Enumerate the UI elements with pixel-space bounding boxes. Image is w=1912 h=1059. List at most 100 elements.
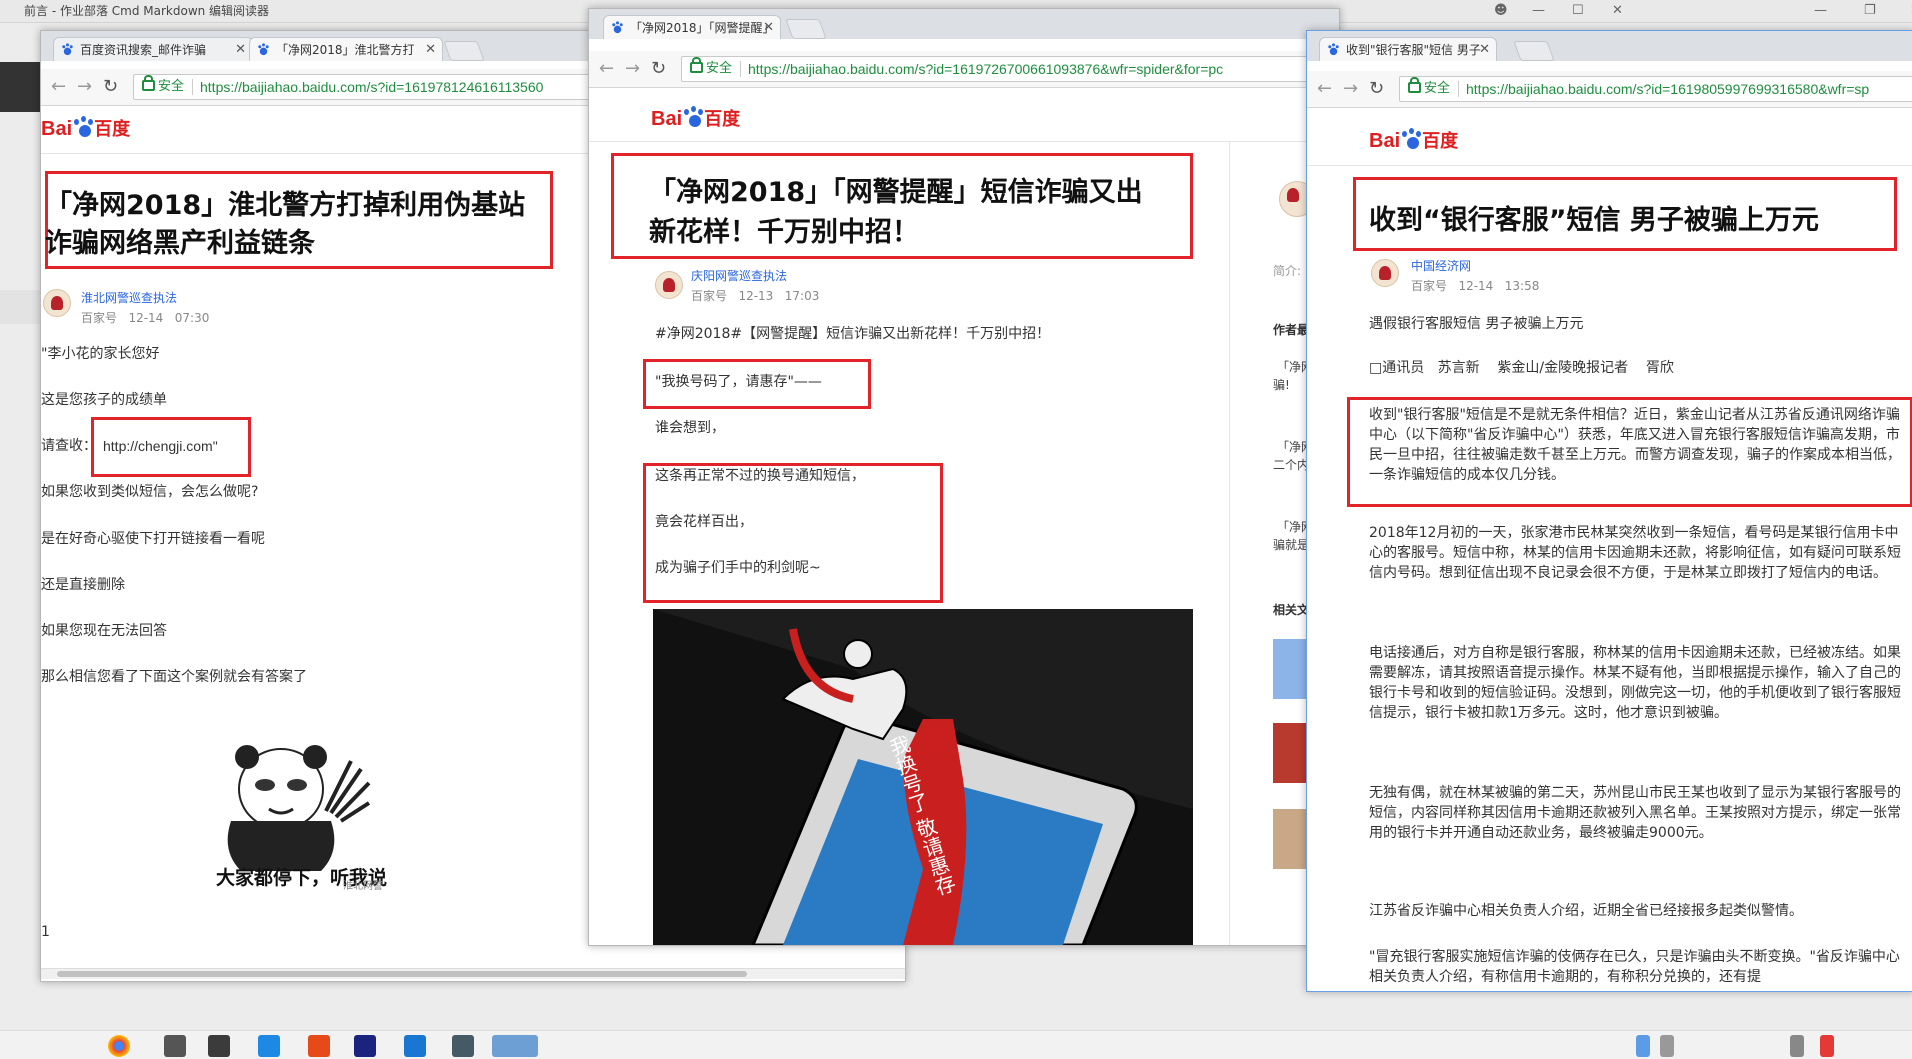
app-icon[interactable] xyxy=(258,1035,280,1057)
paragraph: 竟会花样百出， xyxy=(655,514,753,530)
forward-icon[interactable]: → xyxy=(625,58,640,79)
logo-bai: Bai xyxy=(1369,130,1401,152)
minimize-icon[interactable]: — xyxy=(1790,0,1827,22)
related-thumbnail[interactable] xyxy=(1273,639,1309,699)
logo-cn: 百度 xyxy=(704,109,741,129)
page-number: 1 xyxy=(41,924,50,940)
author-avatar xyxy=(1371,259,1399,287)
minimize-icon[interactable]: — xyxy=(1508,0,1545,22)
article-meta: 百家号 12-14 07:30 xyxy=(81,311,210,325)
article-headline: 「净网2018」「网警提醒」短信诈骗又出新花样！千万别中招！ xyxy=(649,177,1143,248)
tray-icon[interactable] xyxy=(1820,1035,1834,1057)
address-bar[interactable]: 安全 https://baijiahao.baidu.com/s?id=1619… xyxy=(1399,76,1912,102)
back-icon[interactable]: ← xyxy=(1317,78,1332,99)
back-icon[interactable]: ← xyxy=(599,58,614,79)
sidebar-related-label: 相关文 xyxy=(1273,603,1310,617)
taskbar xyxy=(0,1030,1912,1059)
tab-label: 收到"银行客服"短信 男子 xyxy=(1346,43,1481,57)
paragraph: 是在好奇心驱使下打开链接看一看呢 xyxy=(41,531,265,547)
sidebar-intro: 简介: xyxy=(1273,264,1302,278)
maximize-icon[interactable]: ☐ xyxy=(1548,0,1584,22)
sidebar-author-label: 作者最 xyxy=(1273,323,1310,337)
account-icon[interactable]: ☻ xyxy=(1470,0,1508,22)
baidu-logo[interactable]: Bai 百度 xyxy=(1369,127,1458,153)
reload-icon[interactable]: ↻ xyxy=(103,76,118,97)
new-tab-button[interactable] xyxy=(443,41,485,61)
paragraph: "李小花的家长您好 xyxy=(41,346,160,362)
tab-bar: 「净网2018」「网警提醒」 ✕ xyxy=(589,9,1339,39)
tab-label: 「净网2018」淮北警方打 xyxy=(276,43,415,57)
reload-icon[interactable]: ↻ xyxy=(1369,78,1384,99)
suspicious-link[interactable]: http://chengji.com" xyxy=(103,437,218,457)
tab-search[interactable]: 百度资讯搜索_邮件诈骗 ✕ xyxy=(53,37,253,61)
baidu-paw-icon xyxy=(1328,43,1339,56)
app-icon[interactable] xyxy=(208,1035,230,1057)
close-tab-icon[interactable]: ✕ xyxy=(763,16,774,39)
author-name[interactable]: 中国经济网 xyxy=(1411,257,1471,274)
chrome-icon[interactable] xyxy=(108,1035,130,1057)
sidebar-item[interactable]: 骗! xyxy=(1273,377,1290,393)
app-icon[interactable] xyxy=(404,1035,426,1057)
lock-icon xyxy=(142,75,155,91)
close-icon[interactable]: ✕ xyxy=(1588,0,1623,22)
new-tab-button[interactable] xyxy=(1513,41,1555,61)
app-icon[interactable] xyxy=(452,1035,474,1057)
sidebar-item[interactable]: 骗就是 xyxy=(1273,537,1309,553)
close-tab-icon[interactable]: ✕ xyxy=(1479,38,1490,61)
paragraph: 请查收： xyxy=(41,438,97,454)
paragraph: 成为骗子们手中的利剑呢~ xyxy=(655,560,821,576)
forward-icon[interactable]: → xyxy=(77,76,92,97)
author-avatar xyxy=(43,289,71,317)
baidu-logo[interactable]: Bai 百度 xyxy=(41,115,130,141)
address-bar[interactable]: 安全 https://baijiahao.baidu.com/s?id=1619… xyxy=(681,56,1339,82)
paragraph: "我换号码了，请惠存"—— xyxy=(655,374,822,390)
close-icon[interactable]: ✕ xyxy=(1886,0,1912,22)
paragraph: 还是直接删除 xyxy=(41,577,125,593)
tab-article[interactable]: 收到"银行客服"短信 男子 ✕ xyxy=(1319,37,1497,61)
article-subtitle: 遇假银行客服短信 男子被骗上万元 xyxy=(1369,316,1584,332)
url-text: https://baijiahao.baidu.com/s?id=1619726… xyxy=(748,61,1224,77)
back-icon[interactable]: ← xyxy=(51,76,66,97)
baidu-paw-icon xyxy=(258,43,269,56)
article-meta: 百家号 12-14 13:58 xyxy=(1411,279,1540,293)
author-name[interactable]: 庆阳网警巡查执法 xyxy=(691,267,787,284)
reload-icon[interactable]: ↻ xyxy=(651,58,666,79)
app-icon[interactable] xyxy=(492,1035,538,1057)
app-icon[interactable] xyxy=(308,1035,330,1057)
forward-icon[interactable]: → xyxy=(1343,78,1358,99)
paragraph: "冒充银行客服实施短信诈骗的伎俩存在已久，只是诈骗由头不断变换。"省反诈骗中心相… xyxy=(1369,949,1900,985)
browser-toolbar: ← → ↻ 安全 https://baijiahao.baidu.com/s?i… xyxy=(589,51,1339,88)
related-thumbnail[interactable] xyxy=(1273,723,1309,783)
author-name[interactable]: 淮北网警巡查执法 xyxy=(81,289,177,306)
url-text: https://baijiahao.baidu.com/s?id=1619805… xyxy=(1466,81,1870,97)
horizontal-scrollbar[interactable] xyxy=(41,968,905,979)
app-icon[interactable] xyxy=(164,1035,186,1057)
paragraph: 这是您孩子的成绩单 xyxy=(41,392,167,408)
close-tab-icon[interactable]: ✕ xyxy=(425,38,436,61)
article-headline: 收到“银行客服”短信 男子被骗上万元 xyxy=(1369,205,1819,236)
tab-article[interactable]: 「净网2018」淮北警方打 ✕ xyxy=(249,37,443,61)
url-text: https://baijiahao.baidu.com/s?id=1619781… xyxy=(200,79,544,95)
baidu-paw-icon xyxy=(1400,128,1422,150)
new-tab-button[interactable] xyxy=(785,19,827,39)
tab-article[interactable]: 「净网2018」「网警提醒」 ✕ xyxy=(603,15,781,39)
article-byline: □通讯员 苏言新 紫金山/金陵晚报记者 胥欣 xyxy=(1369,360,1674,376)
security-label: 安全 xyxy=(706,61,733,76)
tray-icon[interactable] xyxy=(1636,1035,1650,1057)
article-meta: 百家号 12-13 17:03 xyxy=(691,289,820,303)
background-strip xyxy=(0,290,40,324)
tray-icon[interactable] xyxy=(1790,1035,1804,1057)
article-headline: 「净网2018」淮北警方打掉利用伪基站诈骗网络黑产利益链条 xyxy=(45,190,526,259)
baidu-logo[interactable]: Bai 百度 xyxy=(651,105,740,131)
tray-icon[interactable] xyxy=(1660,1035,1674,1057)
paragraph: 如果您现在无法回答 xyxy=(41,623,167,639)
close-tab-icon[interactable]: ✕ xyxy=(235,38,246,61)
app-icon[interactable] xyxy=(354,1035,376,1057)
restore-icon[interactable]: ❐ xyxy=(1840,0,1876,22)
related-thumbnail[interactable] xyxy=(1273,809,1309,869)
scrollbar-thumb[interactable] xyxy=(57,971,747,977)
baidu-paw-icon xyxy=(72,116,94,138)
tab-label: 百度资讯搜索_邮件诈骗 xyxy=(80,43,207,57)
baidu-paw-icon xyxy=(682,106,704,128)
sidebar-item[interactable]: 二个内 xyxy=(1273,457,1309,473)
